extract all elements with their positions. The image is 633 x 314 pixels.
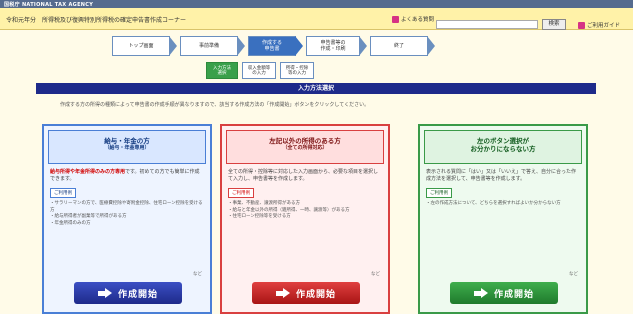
etc-label: など	[569, 272, 578, 277]
etc-label: など	[193, 272, 202, 277]
example-list: ・サラリーマンの方で、医療費控除や寄附金控除、住宅ローン控除を受ける方 ・給与所…	[50, 201, 204, 227]
arrow-right-icon	[97, 287, 112, 298]
example-label: ご利用例	[228, 188, 254, 198]
card-subtitle: （全ての所得対応）	[282, 145, 328, 151]
card-header: 左記以外の所得のある方 （全ての所得対応）	[226, 130, 384, 164]
list-item: ・年金所得のみの方	[50, 220, 91, 226]
card-all-income: 左記以外の所得のある方 （全ての所得対応） 全ての所得・控除等に対応した入力画面…	[220, 124, 390, 314]
start-button-label: 作成開始	[117, 289, 158, 300]
search-button[interactable]: 検索	[542, 19, 566, 30]
card-header: 左のボタン選択が お分かりにならない方	[424, 130, 582, 164]
list-item: ・左の作成方法について、どちらを選択すればよいか分からない方	[426, 201, 561, 206]
agency-logo: 国税庁 NATIONAL TAX AGENCY	[4, 2, 94, 8]
step-top: トップ画面	[112, 36, 177, 56]
step-create-return: 作成する 申告書	[248, 36, 303, 56]
faq-icon	[392, 15, 399, 23]
header: 令和元年分 所得税及び復興特別所得税の確定申告書作成コーナー よくある質問 検索…	[0, 8, 633, 30]
search-input[interactable]	[436, 20, 538, 29]
substep-income: 収入金額等 の入力	[242, 62, 276, 79]
card-title: 左記以外の所得のある方	[269, 137, 341, 145]
example-list: ・左の作成方法について、どちらを選択すればよいか分からない方	[426, 201, 580, 208]
step-preparation: 事前準備	[180, 36, 245, 56]
start-button-all-income[interactable]: 作成開始	[252, 282, 360, 304]
start-button-label: 作成開始	[493, 289, 534, 300]
card-description: 給与所得や年金所得のみの方専用です。初めての方でも簡単に作成できます。	[50, 169, 200, 182]
start-button-unsure[interactable]: 作成開始	[450, 282, 558, 304]
substep-deductions: 所得・控除 等の入力	[280, 62, 314, 79]
section-title: 入力方法選択	[36, 83, 596, 94]
faq-label: よくある質問	[401, 17, 435, 23]
start-button-label: 作成開始	[295, 289, 336, 300]
start-button-salary[interactable]: 作成開始	[74, 282, 182, 304]
list-item: ・サラリーマンの方で、医療費控除や寄附金控除、住宅ローン控除を受ける方	[50, 201, 203, 213]
guide-icon	[578, 21, 585, 29]
example-list: ・事業、不動産、譲渡所得がある方 ・給与と年金以外の所得（雑所得、一時、譲渡等）…	[228, 201, 382, 221]
card-header: 給与・年金の方 （給与・年金専用）	[48, 130, 206, 164]
step-print: 申告書等の 作成・印刷	[306, 36, 367, 56]
card-title: 左のボタン選択が	[477, 137, 529, 145]
etc-label: など	[371, 272, 380, 277]
card-unsure: 左のボタン選択が お分かりにならない方 表示される質問に「はい」又は「いいえ」で…	[418, 124, 588, 314]
substep-input-method: 入力方法 選択	[206, 62, 238, 79]
usage-guide-link[interactable]: ご利用ガイド	[578, 21, 620, 29]
usage-guide-label: ご利用ガイド	[587, 23, 621, 29]
example-label: ご利用例	[50, 188, 76, 198]
arrow-right-icon	[473, 287, 488, 298]
card-description: 表示される質問に「はい」又は「いいえ」で答え、自分に合った作成方法を選択して、申…	[426, 169, 577, 182]
card-description: 全ての所得・控除等に対応した入力画面から、必要な項目を選択して入力し、申告書等を…	[228, 169, 379, 182]
example-label: ご利用例	[426, 188, 452, 198]
arrow-right-icon	[275, 287, 290, 298]
card-salary-pension: 給与・年金の方 （給与・年金専用） 給与所得や年金所得のみの方専用です。初めての…	[42, 124, 212, 314]
step-end: 終了	[370, 36, 435, 56]
agency-bar: 国税庁 NATIONAL TAX AGENCY	[0, 0, 633, 8]
instruction-text: 作成する方の所得の種類によって申告書の作成手順が異なりますので、該当する作成方法…	[60, 102, 370, 108]
faq-link[interactable]: よくある質問	[392, 15, 434, 23]
card-title: 給与・年金の方	[104, 137, 150, 145]
card-subtitle: （給与・年金専用）	[104, 145, 150, 151]
page-title: 令和元年分 所得税及び復興特別所得税の確定申告書作成コーナー	[6, 17, 187, 24]
list-item: ・住宅ローン控除等を受ける方	[228, 214, 291, 219]
card-subtitle: お分かりにならない方	[470, 145, 536, 153]
